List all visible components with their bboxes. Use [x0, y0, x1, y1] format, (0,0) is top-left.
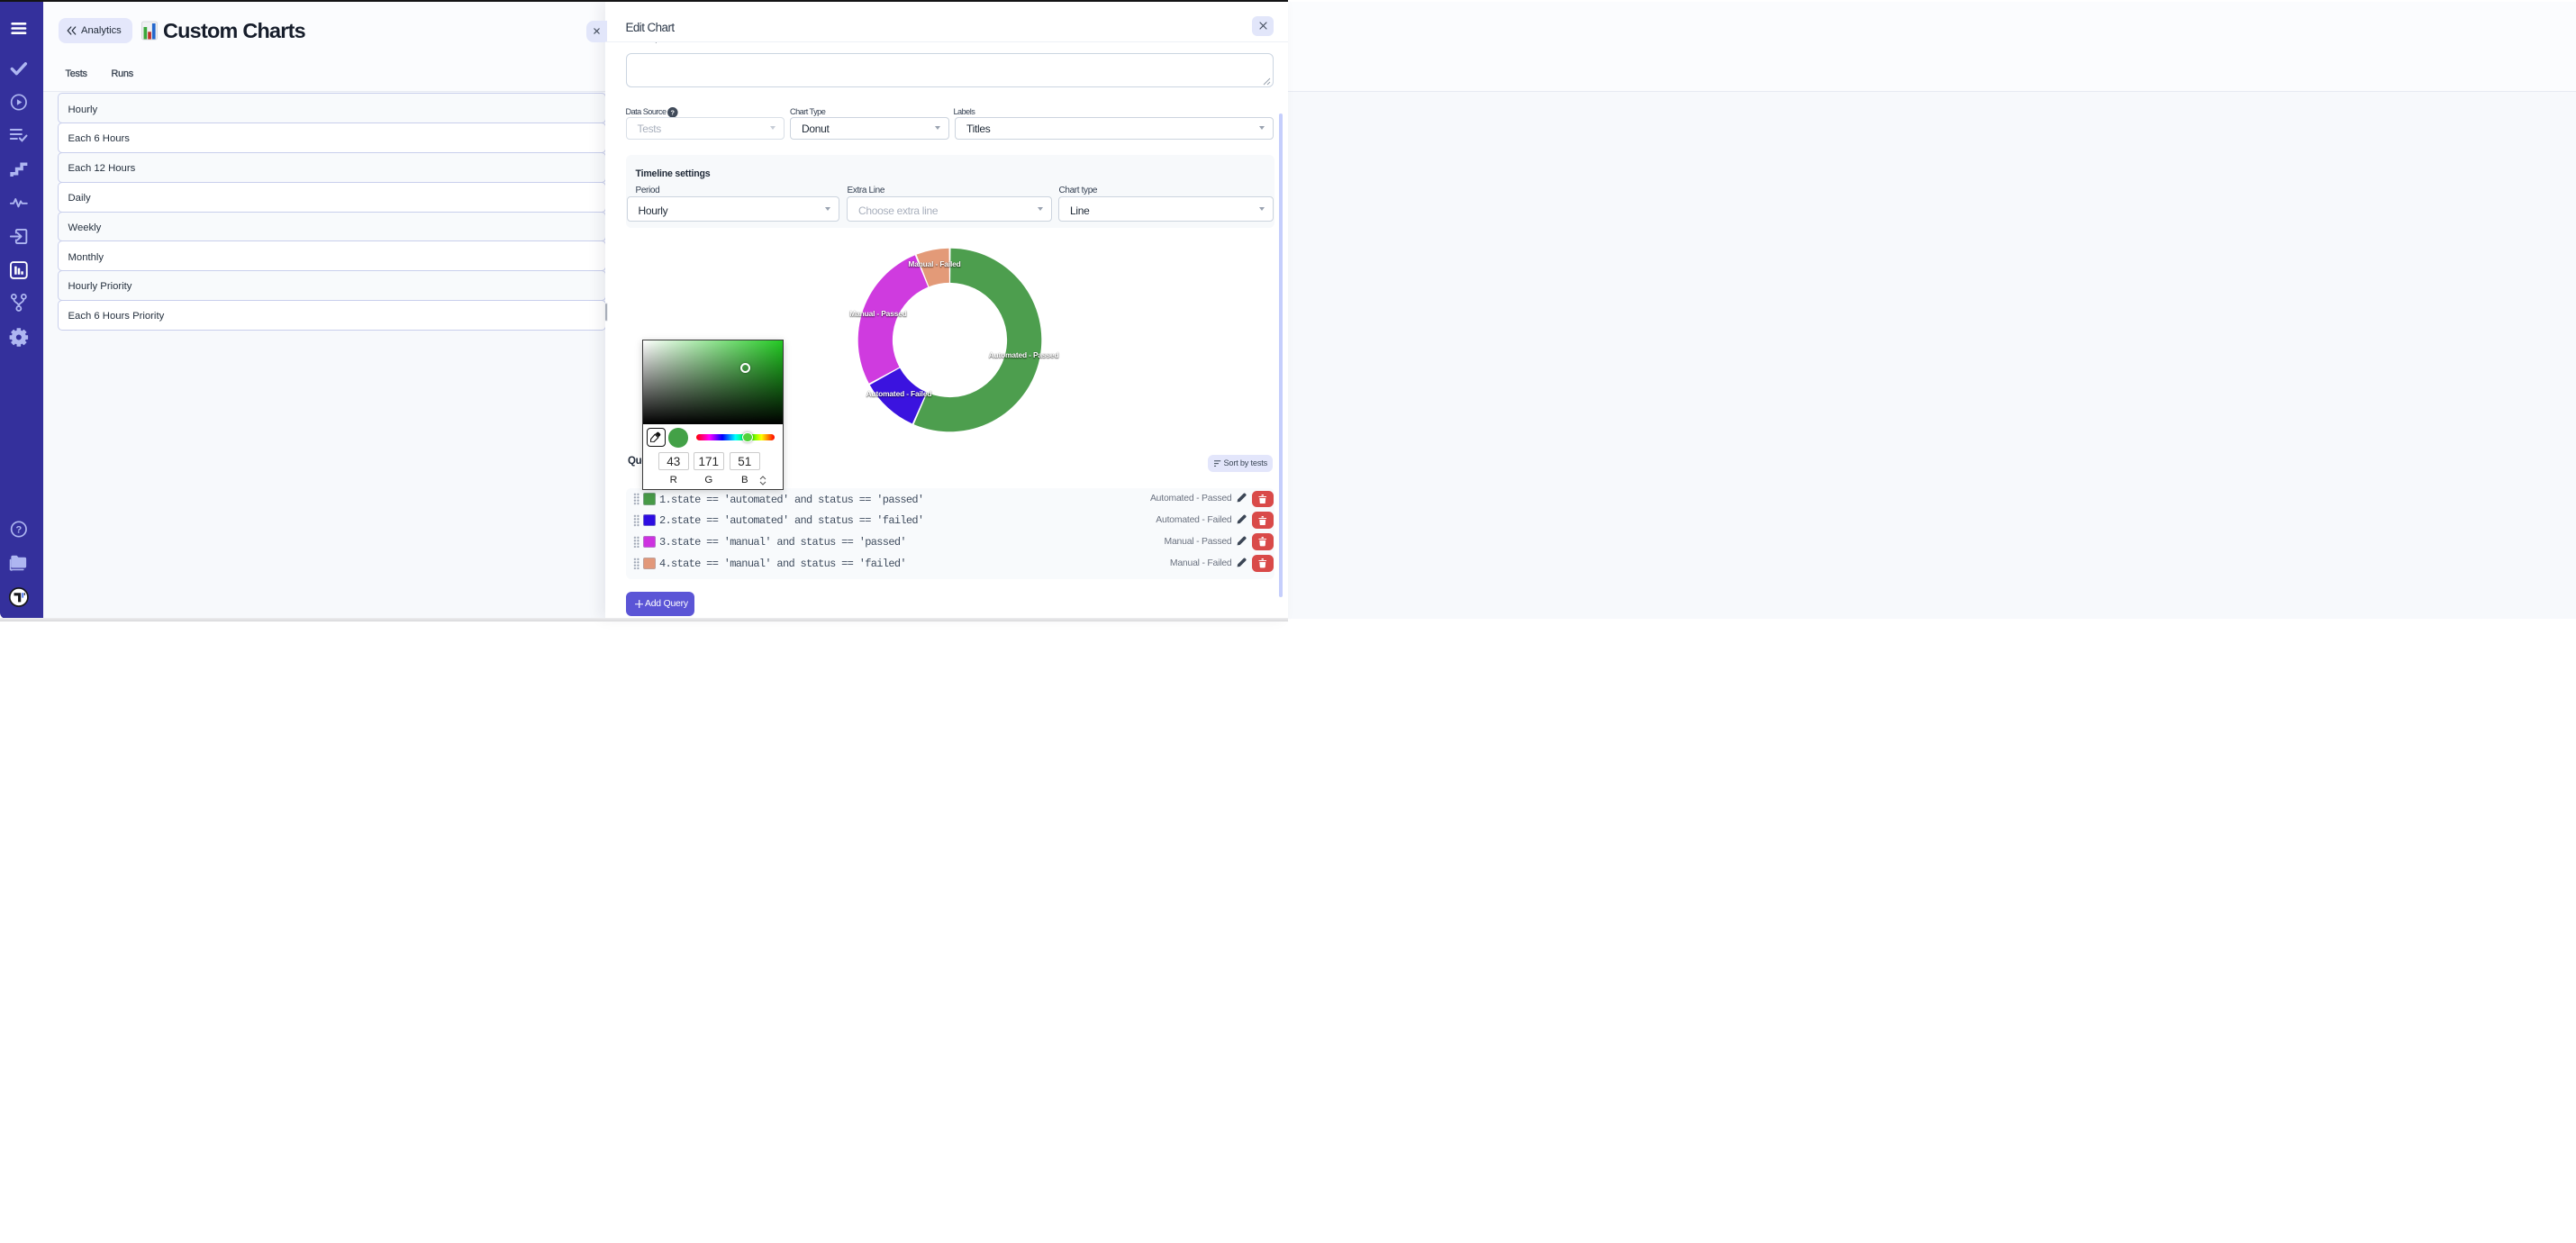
- svg-text:?: ?: [671, 108, 676, 116]
- svg-text:?: ?: [15, 524, 22, 535]
